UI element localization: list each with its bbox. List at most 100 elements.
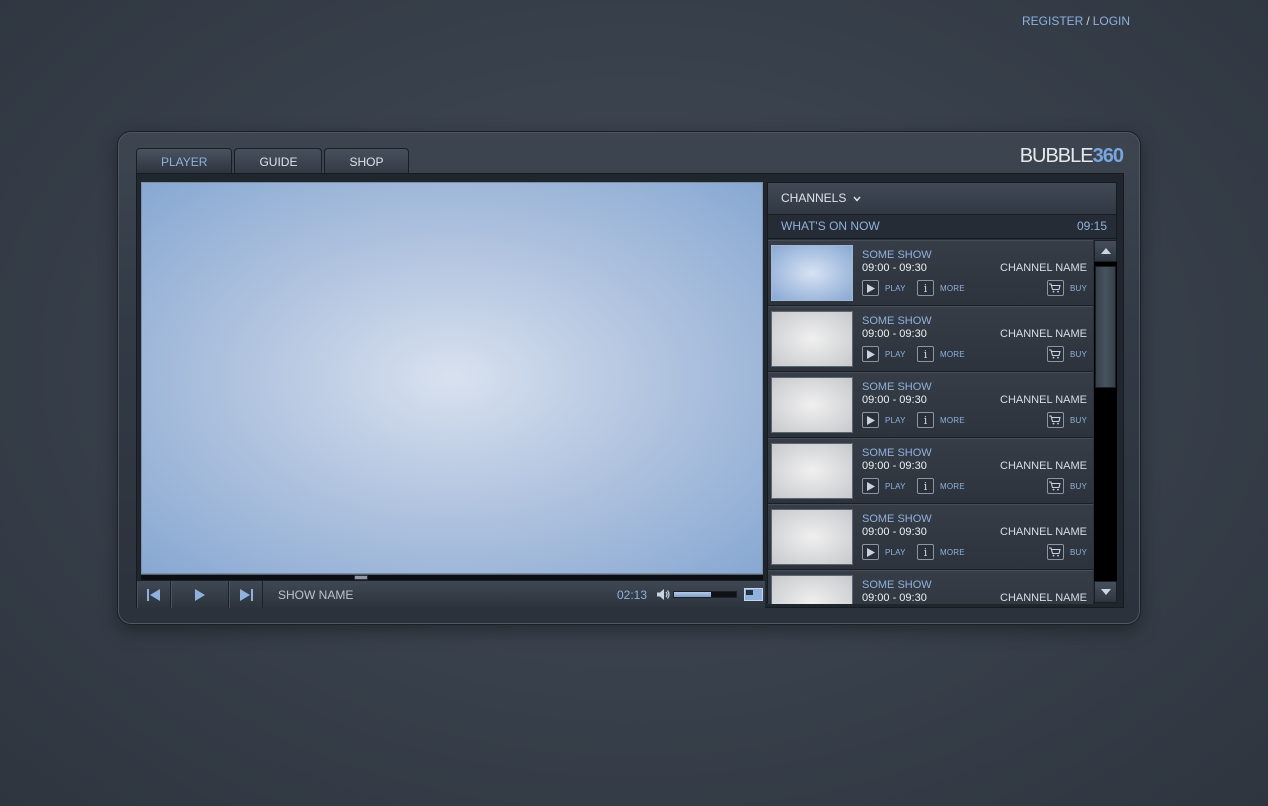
video-screen[interactable] — [141, 182, 763, 574]
previous-button[interactable] — [137, 581, 171, 608]
brand-logo: BUBBLE360 — [1019, 145, 1124, 168]
list-item[interactable]: SOME SHOW 09:00 - 09:30 CHANNEL NAME PLA… — [768, 306, 1093, 372]
channels-dropdown[interactable]: CHANNELS — [768, 183, 1116, 215]
play-icon — [866, 547, 875, 557]
show-title: SOME SHOW — [862, 513, 932, 525]
show-time: 09:00 - 09:30 — [862, 394, 927, 406]
whats-on-now-label: WHAT'S ON NOW — [781, 219, 880, 233]
fullscreen-icon[interactable] — [744, 588, 763, 601]
more-info-button[interactable]: i MORE — [917, 346, 965, 362]
buy-button[interactable]: BUY — [1046, 346, 1087, 362]
channel-name: CHANNEL NAME — [1000, 460, 1087, 472]
info-icon: i — [923, 479, 928, 493]
show-thumbnail[interactable] — [771, 443, 853, 499]
play-show-button[interactable]: PLAY — [862, 544, 906, 560]
cart-icon — [1049, 349, 1062, 359]
list-item[interactable]: SOME SHOW 09:00 - 09:30 CHANNEL NAME PLA… — [768, 240, 1093, 306]
tab-guide[interactable]: GUIDE — [234, 148, 323, 174]
show-thumbnail[interactable] — [771, 311, 853, 367]
auth-links: REGISTER / LOGIN — [1022, 14, 1130, 28]
buy-button[interactable]: BUY — [1046, 478, 1087, 494]
scroll-thumb[interactable] — [1095, 266, 1116, 388]
volume-slider[interactable] — [673, 591, 737, 598]
show-title: SOME SHOW — [862, 447, 932, 459]
tab-shop[interactable]: SHOP — [324, 148, 409, 174]
scroll-up-button[interactable] — [1094, 240, 1117, 262]
cart-icon — [1049, 283, 1062, 293]
cart-icon — [1049, 481, 1062, 491]
show-thumbnail[interactable] — [771, 575, 853, 604]
play-show-button[interactable]: PLAY — [862, 346, 906, 362]
next-button[interactable] — [229, 581, 263, 608]
current-time: 09:15 — [1076, 219, 1107, 233]
play-button[interactable] — [171, 581, 229, 608]
buy-label: BUY — [1069, 283, 1087, 293]
play-label: PLAY — [885, 283, 906, 293]
cart-icon — [1049, 547, 1062, 557]
info-icon: i — [923, 545, 928, 559]
more-info-button[interactable]: i MORE — [917, 478, 965, 494]
buy-button[interactable]: BUY — [1046, 412, 1087, 428]
register-link[interactable]: REGISTER — [1022, 14, 1083, 28]
show-title: SOME SHOW — [862, 249, 932, 261]
buy-button[interactable]: BUY — [1046, 280, 1087, 296]
player-window: BUBBLE360 PLAYER GUIDE SHOP SHOW NAME 02… — [117, 131, 1141, 625]
list-item[interactable]: SOME SHOW 09:00 - 09:30 CHANNEL NAME PLA… — [768, 504, 1093, 570]
more-info-button[interactable]: i MORE — [917, 544, 965, 560]
show-thumbnail[interactable] — [771, 377, 853, 433]
scrollbar[interactable] — [1094, 240, 1117, 603]
player-content: SHOW NAME 02:13 CHANNELS WHAT'S ON NOW 0… — [136, 173, 1124, 608]
show-time: 09:00 - 09:30 — [862, 460, 927, 472]
auth-separator: / — [1086, 14, 1090, 28]
show-thumbnail[interactable] — [771, 245, 853, 301]
timecode: 02:13 — [617, 588, 648, 602]
scroll-down-button[interactable] — [1094, 581, 1117, 603]
channels-sidebar: CHANNELS WHAT'S ON NOW 09:15 SOME SHOW 0… — [767, 182, 1117, 604]
player-controls: SHOW NAME 02:13 — [137, 580, 765, 608]
logo-number: 360 — [1092, 145, 1124, 167]
show-time: 09:00 - 09:30 — [862, 592, 927, 604]
play-icon — [866, 283, 875, 293]
show-thumbnail[interactable] — [771, 509, 853, 565]
info-icon: i — [923, 347, 928, 361]
channel-name: CHANNEL NAME — [1000, 394, 1087, 406]
cart-icon — [1049, 415, 1062, 425]
tab-player[interactable]: PLAYER — [136, 148, 233, 174]
show-title: SOME SHOW — [862, 381, 932, 393]
buy-button[interactable]: BUY — [1046, 544, 1087, 560]
show-title: SOME SHOW — [862, 579, 932, 591]
play-label: PLAY — [885, 481, 906, 491]
channel-name: CHANNEL NAME — [1000, 328, 1087, 340]
play-label: PLAY — [885, 415, 906, 425]
more-label: MORE — [940, 547, 965, 557]
list-item[interactable]: SOME SHOW 09:00 - 09:30 CHANNEL NAME PLA… — [768, 438, 1093, 504]
list-item[interactable]: SOME SHOW 09:00 - 09:30 CHANNEL NAME PLA… — [768, 570, 1093, 604]
play-icon — [195, 588, 205, 601]
play-label: PLAY — [885, 349, 906, 359]
info-icon: i — [923, 413, 928, 427]
login-link[interactable]: LOGIN — [1093, 14, 1130, 28]
play-icon — [866, 349, 875, 359]
more-info-button[interactable]: i MORE — [917, 412, 965, 428]
logo-text: BUBBLE — [1019, 145, 1094, 167]
list-item[interactable]: SOME SHOW 09:00 - 09:30 CHANNEL NAME PLA… — [768, 372, 1093, 438]
buy-label: BUY — [1069, 547, 1087, 557]
more-info-button[interactable]: i MORE — [917, 280, 965, 296]
play-show-button[interactable]: PLAY — [862, 412, 906, 428]
skip-forward-icon — [240, 588, 253, 601]
skip-back-icon — [147, 588, 160, 601]
buy-label: BUY — [1069, 481, 1087, 491]
play-icon — [866, 481, 875, 491]
main-tabs: PLAYER GUIDE SHOP — [136, 148, 411, 174]
channel-name: CHANNEL NAME — [1000, 262, 1087, 274]
volume-icon[interactable] — [657, 589, 670, 600]
show-list: SOME SHOW 09:00 - 09:30 CHANNEL NAME PLA… — [768, 240, 1093, 604]
channels-label: CHANNELS — [781, 191, 847, 205]
play-label: PLAY — [885, 547, 906, 557]
buy-label: BUY — [1069, 415, 1087, 425]
current-show-name: SHOW NAME — [278, 588, 354, 602]
more-label: MORE — [940, 349, 965, 359]
play-show-button[interactable]: PLAY — [862, 478, 906, 494]
play-show-button[interactable]: PLAY — [862, 280, 906, 296]
info-icon: i — [923, 281, 928, 295]
